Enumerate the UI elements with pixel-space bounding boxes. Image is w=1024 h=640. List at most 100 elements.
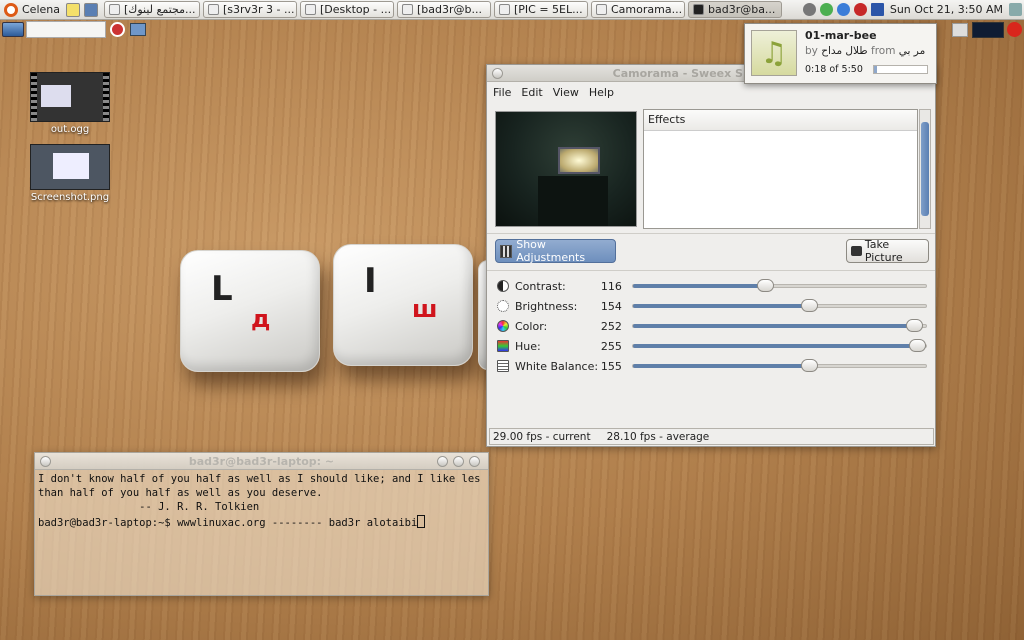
menu-edit[interactable]: Edit bbox=[521, 86, 542, 99]
window-icon bbox=[207, 4, 219, 15]
brightness-slider[interactable] bbox=[632, 299, 927, 312]
panel-field[interactable] bbox=[26, 21, 106, 38]
slider-knob[interactable] bbox=[909, 339, 927, 352]
network-signal-icon[interactable] bbox=[870, 3, 884, 16]
shutdown-icon[interactable] bbox=[1007, 22, 1022, 37]
camorama-window: Camorama - Sweex SIF webcam File Edit Vi… bbox=[486, 64, 936, 447]
show-desktop-icon[interactable] bbox=[2, 22, 24, 37]
menu-view[interactable]: View bbox=[553, 86, 579, 99]
adjustment-label: Brightness: bbox=[515, 299, 578, 313]
desktop-icon-out-ogg[interactable]: out.ogg bbox=[29, 72, 111, 135]
task-label: [مجتمع لينوك... bbox=[123, 3, 196, 16]
menubar: File Edit View Help bbox=[487, 82, 935, 102]
notes-launcher-icon[interactable] bbox=[65, 2, 80, 17]
statusbar: 29.00 fps - current 28.10 fps - average bbox=[489, 428, 934, 445]
update-notifier-icon[interactable] bbox=[110, 22, 125, 37]
maximize-icon[interactable] bbox=[453, 456, 464, 467]
status-tray-icon[interactable] bbox=[819, 3, 833, 16]
keycap-cyrillic-letter: д bbox=[251, 305, 271, 333]
keycap-latin-letter: I bbox=[364, 261, 377, 301]
window-icon bbox=[304, 4, 316, 15]
task-button[interactable]: [PIC = 5EL... bbox=[493, 1, 588, 18]
terminal-line: -- J. R. R. Tolkien bbox=[38, 501, 260, 513]
hue-slider[interactable] bbox=[632, 339, 927, 352]
task-button[interactable]: Camorama... bbox=[590, 1, 685, 18]
terminal-launcher-icon[interactable] bbox=[83, 2, 98, 17]
slider-knob[interactable] bbox=[906, 319, 924, 332]
slider-knob[interactable] bbox=[756, 279, 774, 292]
clock[interactable]: Sun Oct 21, 3:50 AM bbox=[890, 3, 1003, 16]
button-label: Show Adjustments bbox=[516, 238, 586, 264]
task-button[interactable]: [Desktop - ... bbox=[299, 1, 394, 18]
keycap-latin-letter: L bbox=[211, 269, 233, 309]
window-icon bbox=[498, 4, 510, 15]
terminal-line: than half of you half as well as you des… bbox=[38, 487, 323, 499]
trash-icon[interactable] bbox=[952, 23, 968, 37]
color-slider[interactable] bbox=[632, 319, 927, 332]
divider bbox=[487, 270, 935, 271]
adjustment-value: 116 bbox=[600, 279, 622, 293]
album-name: مر بي bbox=[898, 45, 926, 57]
effects-scrollbar[interactable] bbox=[919, 109, 931, 229]
effects-list[interactable]: Effects bbox=[643, 109, 918, 229]
bluetooth-icon[interactable] bbox=[836, 3, 850, 16]
adjustment-value: 154 bbox=[600, 299, 622, 313]
task-button[interactable]: [مجتمع لينوك... bbox=[103, 1, 200, 18]
adjustment-label: Contrast: bbox=[515, 279, 566, 293]
menu-label[interactable]: Celena bbox=[22, 3, 60, 16]
contrast-slider[interactable] bbox=[632, 279, 927, 292]
video-thumbnail-icon bbox=[30, 72, 110, 122]
task-button[interactable]: [s3rv3r 3 - ... bbox=[202, 1, 297, 18]
menu-file[interactable]: File bbox=[493, 86, 511, 99]
keycap-l: L д bbox=[180, 250, 320, 372]
now-playing-notification[interactable]: ♫ 01-mar-bee by طلال مداح from مر بي 0:1… bbox=[744, 23, 937, 84]
menu-help[interactable]: Help bbox=[589, 86, 614, 99]
webcam-tray-icon[interactable] bbox=[802, 3, 816, 16]
window-menu-icon[interactable] bbox=[40, 456, 51, 467]
desktop-icon-screenshot[interactable]: Screenshot.png bbox=[29, 144, 111, 203]
close-icon[interactable] bbox=[469, 456, 480, 467]
contrast-icon bbox=[497, 280, 509, 292]
task-label: bad3r@ba... bbox=[707, 3, 776, 16]
show-adjustments-button[interactable]: Show Adjustments bbox=[495, 238, 616, 264]
scrollbar-thumb[interactable] bbox=[921, 122, 929, 216]
color-wheel-icon bbox=[497, 320, 509, 332]
power-tray-icon[interactable] bbox=[853, 3, 867, 16]
window-icon bbox=[401, 4, 413, 15]
icon-label: Screenshot.png bbox=[30, 192, 110, 203]
white-balance-icon bbox=[497, 360, 509, 372]
by-label: by bbox=[805, 45, 818, 57]
adjustment-row-hue: Hue: 255 bbox=[497, 336, 927, 356]
adjustment-row-contrast: Contrast: 116 bbox=[497, 276, 927, 296]
track-time: 0:18 of 5:50 bbox=[805, 64, 863, 75]
adjustment-row-white-balance: White Balance: 155 bbox=[497, 356, 927, 376]
system-monitor-icon[interactable] bbox=[972, 22, 1004, 38]
window-titlebar[interactable]: bad3r@bad3r-laptop: ~ bbox=[35, 453, 488, 470]
window-menu-icon[interactable] bbox=[492, 68, 503, 79]
ubuntu-logo-icon[interactable] bbox=[4, 2, 18, 17]
task-button[interactable]: bad3r@ba... bbox=[687, 1, 782, 18]
session-icon[interactable] bbox=[1009, 3, 1022, 16]
minimize-icon[interactable] bbox=[437, 456, 448, 467]
track-meta: by طلال مداح from مر بي bbox=[805, 45, 933, 57]
white-balance-slider[interactable] bbox=[632, 359, 927, 372]
adjustment-value: 155 bbox=[600, 359, 622, 373]
adjustment-value: 255 bbox=[600, 339, 622, 353]
text-cursor bbox=[417, 515, 426, 528]
camera-icon bbox=[851, 246, 862, 256]
take-picture-button[interactable]: Take Picture bbox=[846, 238, 929, 264]
slider-knob[interactable] bbox=[800, 299, 818, 312]
screenshot-icon[interactable] bbox=[130, 23, 146, 36]
artist-name: طلال مداح bbox=[821, 45, 868, 57]
fps-average: 28.10 fps - average bbox=[606, 430, 710, 443]
terminal-prompt-line[interactable]: bad3r@bad3r-laptop:~$ wwwlinuxac.org ---… bbox=[38, 515, 426, 529]
task-button[interactable]: [bad3r@b... bbox=[396, 1, 491, 18]
task-label: [bad3r@b... bbox=[416, 3, 482, 16]
terminal-line: I don't know half of you half as well as… bbox=[38, 473, 481, 485]
terminal-command: bad3r@bad3r-laptop:~$ wwwlinuxac.org ---… bbox=[38, 517, 418, 529]
terminal-window[interactable]: bad3r@bad3r-laptop: ~ I don't know half … bbox=[34, 452, 489, 596]
window-icon bbox=[108, 4, 120, 15]
effects-column-header[interactable]: Effects bbox=[644, 110, 917, 131]
slider-knob[interactable] bbox=[800, 359, 818, 372]
desktop: { "top_panel": { "menu_label": "Celena",… bbox=[0, 0, 1024, 640]
